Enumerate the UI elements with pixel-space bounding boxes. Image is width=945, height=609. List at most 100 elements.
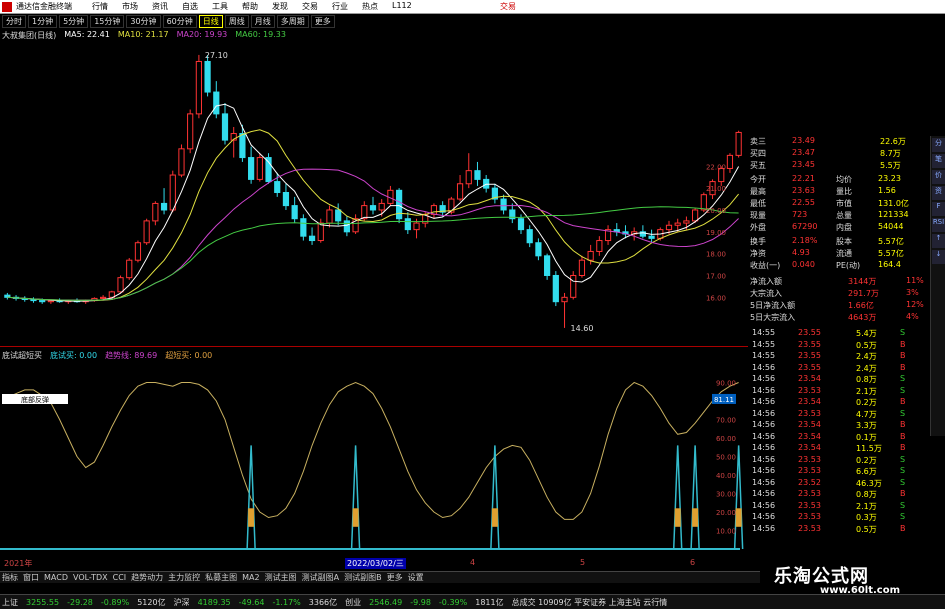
candlestick-chart[interactable]: 27.10 14.60 22.00 21.00 20.00 19.00 18.00 17.00… xyxy=(0,40,744,345)
candle-body xyxy=(160,202,168,211)
current-value-label: 81.11 xyxy=(714,396,734,404)
tick-price: 23.54 xyxy=(798,431,821,441)
indicator-toolbar-item[interactable]: 更多 xyxy=(387,572,403,583)
tick-volume: 0.2万 xyxy=(856,398,877,407)
tab-1[interactable]: 1分钟 xyxy=(28,15,58,28)
menu-item[interactable]: 自选 xyxy=(182,1,198,12)
index-name: 创业 xyxy=(345,597,362,607)
index-percent: -1.17% xyxy=(272,597,301,607)
signal-spike xyxy=(490,445,500,550)
menu-item[interactable]: 行情 xyxy=(92,1,108,12)
quote-label-2: 股本 xyxy=(836,237,852,246)
menu-item[interactable]: 发现 xyxy=(272,1,288,12)
date-start: 2021年 xyxy=(4,559,33,568)
indicator-toolbar-item[interactable]: 主力监控 xyxy=(168,572,200,583)
tab-5[interactable]: 60分钟 xyxy=(162,15,197,28)
price-axis-label: 16.00 xyxy=(706,294,726,302)
indicator-chart[interactable]: 90.0080.0070.0060.0050.0040.0030.0020.00… xyxy=(0,360,744,557)
tab-2[interactable]: 5分钟 xyxy=(59,15,89,28)
price-axis-label: 17.00 xyxy=(706,272,726,280)
tick-side: B xyxy=(900,523,906,533)
tab-3[interactable]: 15分钟 xyxy=(90,15,125,28)
sidebar-button[interactable]: F xyxy=(932,202,945,216)
price-axis-label: 21.00 xyxy=(706,185,726,193)
tick-time: 14:56 xyxy=(752,431,776,441)
tick-price: 23.55 xyxy=(798,339,821,349)
candle-body xyxy=(335,209,342,222)
quote-label: 最高 xyxy=(750,187,766,196)
quote-value-2: 121334 xyxy=(878,210,909,219)
app-logo-icon xyxy=(2,2,12,12)
pane-divider[interactable] xyxy=(0,346,760,347)
candle-body xyxy=(596,240,603,252)
indicator-toolbar-item[interactable]: 私募主图 xyxy=(205,572,237,583)
sidebar-button[interactable]: ↑ xyxy=(932,234,945,248)
candle-body xyxy=(100,296,107,299)
indicator-toolbar-item[interactable]: 趋势动力 xyxy=(131,572,163,583)
sidebar-button[interactable]: 笔 xyxy=(932,154,945,168)
index-change: -9.98 xyxy=(410,597,431,607)
indicator-toolbar-item[interactable]: 窗口 xyxy=(23,572,39,583)
menu-item[interactable]: L112 xyxy=(392,1,412,12)
tick-volume: 0.2万 xyxy=(856,455,877,465)
index-value: 2546.49 xyxy=(369,597,403,607)
quote-label: 卖三 xyxy=(750,137,766,146)
quote-label: 买四 xyxy=(750,149,766,158)
quote-volume: 22.6万 xyxy=(880,137,906,146)
indicator-toolbar-item[interactable]: MA2 xyxy=(242,573,259,582)
tab-4[interactable]: 30分钟 xyxy=(126,15,161,28)
index-amount: 5120亿 xyxy=(137,597,166,607)
menu-item[interactable]: 资讯 xyxy=(152,1,168,12)
sidebar-button[interactable]: RSI xyxy=(932,218,945,232)
indicator-axis-label: 20.00 xyxy=(716,509,736,517)
candle-body xyxy=(308,235,316,242)
candle-body xyxy=(117,277,124,293)
tick-row: 14:56 23.53 2.1万 S xyxy=(748,501,928,512)
tick-time: 14:56 xyxy=(752,466,776,475)
indicator-toolbar-item[interactable]: CCI xyxy=(113,573,127,582)
tick-time: 14:55 xyxy=(752,351,776,360)
indicator-toolbar-item[interactable]: 设置 xyxy=(408,572,424,583)
candle-body xyxy=(378,202,385,211)
menu-item[interactable]: 工具 xyxy=(212,1,228,12)
tick-price: 23.54 xyxy=(798,420,821,429)
menu-item[interactable]: 市场 xyxy=(122,1,138,12)
date-cursor: 2022/03/02/三 xyxy=(345,558,406,569)
trade-link[interactable]: 交易 xyxy=(500,1,516,12)
sidebar-button[interactable]: 分 xyxy=(932,138,945,152)
index-value: 4189.35 xyxy=(197,597,231,607)
sidebar-button[interactable]: ↓ xyxy=(932,250,945,264)
tick-price: 23.53 xyxy=(798,489,821,498)
signal-spike xyxy=(672,445,683,550)
indicator-axis-label: 60.00 xyxy=(716,435,736,443)
ma20-line xyxy=(7,168,739,301)
indicator-toolbar-item[interactable]: 测试副图A xyxy=(302,572,339,583)
tab-9[interactable]: 多周期 xyxy=(276,15,309,28)
tab-7[interactable]: 周线 xyxy=(224,15,249,28)
menu-item[interactable]: 交易 xyxy=(302,1,318,12)
tick-row: 14:56 23.54 0.2万 B xyxy=(748,397,928,408)
tab-0[interactable]: 分时 xyxy=(2,15,26,28)
indicator-toolbar-item[interactable]: 测试副图B xyxy=(344,572,382,583)
menu-item[interactable]: 行业 xyxy=(332,1,348,12)
indicator-toolbar-item[interactable]: MACD xyxy=(44,573,68,582)
menu-item[interactable]: 热点 xyxy=(362,1,378,12)
tick-row: 14:56 23.53 0.8万 B xyxy=(748,489,928,500)
tab-8[interactable]: 月线 xyxy=(250,15,275,28)
date-axis: 2021年 2022/03/02/三 4 5 6 xyxy=(0,558,744,569)
menu-item[interactable]: 帮助 xyxy=(242,1,258,12)
tab-6[interactable]: 日线 xyxy=(198,15,223,28)
indicator-toolbar-item[interactable]: 指标 xyxy=(2,572,18,583)
signal-bar xyxy=(674,508,681,527)
title-bar: 通达信金融终端 行情 市场 资讯 自选 工具 帮助 发现 交易 行业 热点 L112 交易 xyxy=(0,0,945,14)
tick-price: 23.54 xyxy=(798,443,821,452)
quote-value: 23.45 xyxy=(792,160,815,169)
tick-row: 14:56 23.55 2.4万 B xyxy=(748,363,928,374)
tab-10[interactable]: 更多 xyxy=(310,15,335,28)
indicator-axis-label: 50.00 xyxy=(716,454,736,462)
indicator-toolbar-item[interactable]: 测试主图 xyxy=(265,572,297,583)
status-extra: 总成交 10909亿 平安证券 上海主站 云行情 xyxy=(511,597,668,607)
sidebar-button[interactable]: 资 xyxy=(932,186,945,200)
sidebar-button[interactable]: 价 xyxy=(932,170,945,184)
indicator-toolbar-item[interactable]: VOL-TDX xyxy=(73,573,108,582)
